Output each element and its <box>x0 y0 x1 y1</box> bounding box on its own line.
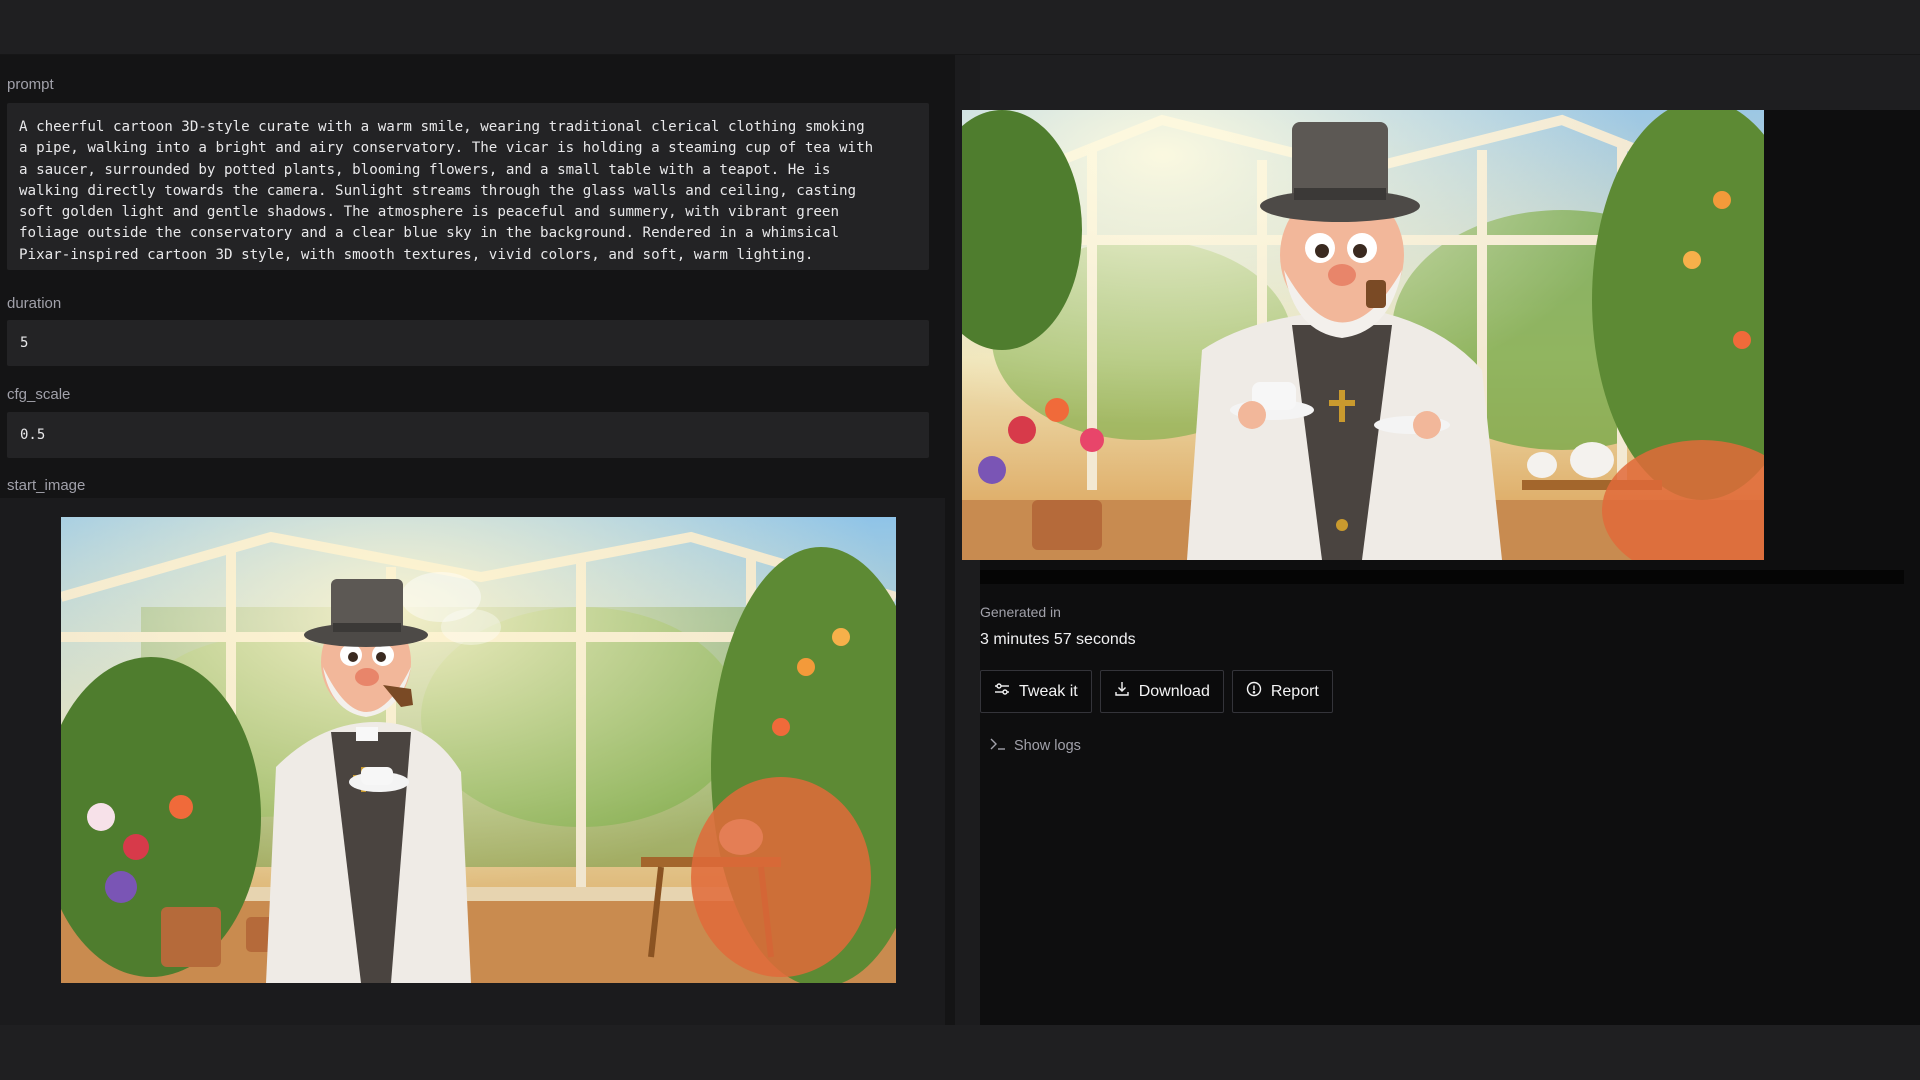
result-header <box>980 55 1920 110</box>
generated-in-label: Generated in <box>980 604 1061 620</box>
tweak-it-label: Tweak it <box>1019 682 1078 700</box>
duration-label: duration <box>7 295 62 312</box>
duration-input[interactable]: 5 <box>7 320 929 366</box>
report-button[interactable]: Report <box>1231 670 1333 713</box>
prompt-label: prompt <box>7 76 54 93</box>
result-actions: Tweak it Download Report <box>980 670 1333 713</box>
prompt-textarea[interactable]: A cheerful cartoon 3D-style curate with … <box>7 103 929 270</box>
start-image-label: start_image <box>7 477 86 494</box>
sliders-icon <box>994 681 1010 702</box>
download-label: Download <box>1138 682 1210 700</box>
top-bar <box>0 0 1920 55</box>
panel-divider[interactable] <box>945 498 955 1025</box>
show-logs-label: Show logs <box>1014 738 1081 754</box>
download-icon <box>1114 681 1130 702</box>
input-form: prompt A cheerful cartoon 3D-style curat… <box>0 55 955 498</box>
video-progress-bar[interactable] <box>980 570 1904 584</box>
report-label: Report <box>1270 682 1319 700</box>
start-image-preview <box>61 517 896 983</box>
download-button[interactable]: Download <box>1099 670 1224 713</box>
result-panel: Generated in 3 minutes 57 seconds Tweak … <box>962 55 1920 1025</box>
bottom-bar <box>0 1025 1920 1080</box>
tweak-it-button[interactable]: Tweak it <box>980 670 1092 713</box>
show-logs-toggle[interactable]: Show logs <box>990 737 1081 755</box>
output-video-preview[interactable] <box>962 110 1764 560</box>
start-image-dropzone[interactable] <box>0 498 945 1025</box>
terminal-icon <box>990 737 1006 755</box>
cfg-scale-input[interactable]: 0.5 <box>7 412 929 458</box>
input-panel: prompt A cheerful cartoon 3D-style curat… <box>0 55 955 1025</box>
info-circle-icon <box>1246 681 1262 702</box>
cfg-scale-label: cfg_scale <box>7 386 71 403</box>
generation-time: 3 minutes 57 seconds <box>980 631 1136 648</box>
